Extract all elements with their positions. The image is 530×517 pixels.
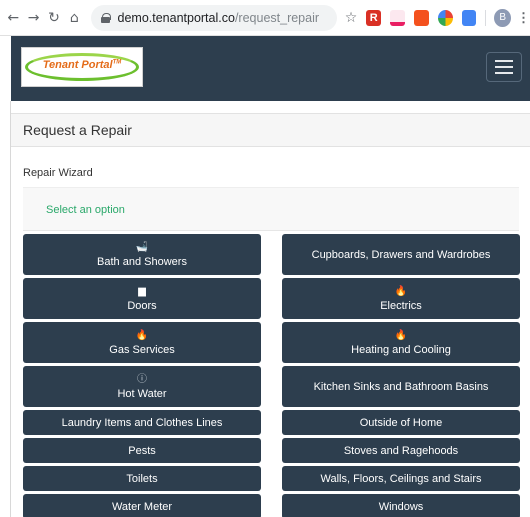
info-icon: ⓘ xyxy=(137,373,147,385)
option-label: Heating and Cooling xyxy=(351,343,451,356)
browser-toolbar: ← → ↻ ⌂ demo.tenantportal.co/request_rep… xyxy=(0,0,530,36)
option-walls-floors-ceilings-stairs[interactable]: Walls, Floors, Ceilings and Stairs xyxy=(282,466,520,491)
url-host: demo.tenantportal.co xyxy=(117,10,235,25)
toolbar-divider xyxy=(485,9,487,26)
bookmark-star-icon[interactable]: ☆ xyxy=(345,10,358,26)
option-pests[interactable]: Pests xyxy=(23,438,261,463)
option-water-meter[interactable]: Water Meter xyxy=(23,494,261,517)
profile-avatar[interactable]: B xyxy=(494,8,512,27)
option-laundry-clothes-lines[interactable]: Laundry Items and Clothes Lines xyxy=(23,410,261,435)
extension-puzzle-icon[interactable] xyxy=(413,9,429,26)
repair-options-grid: 🛁 Bath and Showers Cupboards, Drawers an… xyxy=(23,234,520,517)
option-label: Windows xyxy=(378,500,424,513)
option-label: Electrics xyxy=(380,299,422,312)
logo-text: Tenant PortalTM xyxy=(42,59,122,71)
option-bath-and-showers[interactable]: 🛁 Bath and Showers xyxy=(23,234,261,275)
forward-arrow-icon[interactable]: → xyxy=(23,7,43,29)
extension-r-icon[interactable]: R xyxy=(366,9,382,26)
page-title: Request a Repair xyxy=(11,113,530,147)
door-icon: ▆ xyxy=(138,285,146,297)
option-label: Bath and Showers xyxy=(97,255,187,268)
wizard-label: Repair Wizard xyxy=(23,167,93,179)
option-kitchen-sinks-bathroom-basins[interactable]: Kitchen Sinks and Bathroom Basins xyxy=(282,366,520,407)
option-windows[interactable]: Windows xyxy=(282,494,520,517)
lock-icon xyxy=(100,12,111,23)
option-label: Hot Water xyxy=(117,387,167,400)
option-cupboards-drawers-wardrobes[interactable]: Cupboards, Drawers and Wardrobes xyxy=(282,234,520,275)
hamburger-menu-icon[interactable] xyxy=(486,52,522,82)
app-navbar: Tenant PortalTM xyxy=(11,36,530,101)
option-outside-of-home[interactable]: Outside of Home xyxy=(282,410,520,435)
option-label: Stoves and Ragehoods xyxy=(343,444,459,457)
option-label: Outside of Home xyxy=(359,416,443,429)
back-arrow-icon[interactable]: ← xyxy=(3,7,23,29)
option-stoves-and-ragehoods[interactable]: Stoves and Ragehoods xyxy=(282,438,520,463)
bath-icon: 🛁 xyxy=(135,241,149,253)
flame-icon: 🔥 xyxy=(394,285,408,297)
option-label: Laundry Items and Clothes Lines xyxy=(61,416,223,429)
option-heating-and-cooling[interactable]: 🔥 Heating and Cooling xyxy=(282,322,520,363)
option-label: Pests xyxy=(128,444,156,457)
extension-chart-icon[interactable] xyxy=(390,9,405,26)
option-gas-services[interactable]: 🔥 Gas Services xyxy=(23,322,261,363)
option-hot-water[interactable]: ⓘ Hot Water xyxy=(23,366,261,407)
extension-blue-icon[interactable] xyxy=(461,9,477,26)
fire-icon: 🔥 xyxy=(394,329,408,341)
select-option-prompt: Select an option xyxy=(23,187,519,231)
reload-icon[interactable]: ↻ xyxy=(44,7,64,29)
url-path: /request_repair xyxy=(234,10,320,25)
tenant-portal-logo[interactable]: Tenant PortalTM xyxy=(21,47,143,87)
browser-menu-icon[interactable]: ⋮ xyxy=(517,10,530,26)
option-label: Cupboards, Drawers and Wardrobes xyxy=(311,248,491,261)
option-label: Doors xyxy=(127,299,157,312)
extension-color-icon[interactable] xyxy=(437,9,453,26)
address-bar[interactable]: demo.tenantportal.co/request_repair xyxy=(90,4,337,31)
option-label: Kitchen Sinks and Bathroom Basins xyxy=(313,380,489,393)
option-label: Walls, Floors, Ceilings and Stairs xyxy=(320,472,482,485)
flame-icon: 🔥 xyxy=(135,329,149,341)
option-electrics[interactable]: 🔥 Electrics xyxy=(282,278,520,319)
option-label: Toilets xyxy=(126,472,158,485)
content-left-border xyxy=(10,101,11,517)
option-label: Gas Services xyxy=(109,343,175,356)
option-label: Water Meter xyxy=(111,500,173,513)
option-toilets[interactable]: Toilets xyxy=(23,466,261,491)
option-doors[interactable]: ▆ Doors xyxy=(23,278,261,319)
home-icon[interactable]: ⌂ xyxy=(64,7,84,29)
